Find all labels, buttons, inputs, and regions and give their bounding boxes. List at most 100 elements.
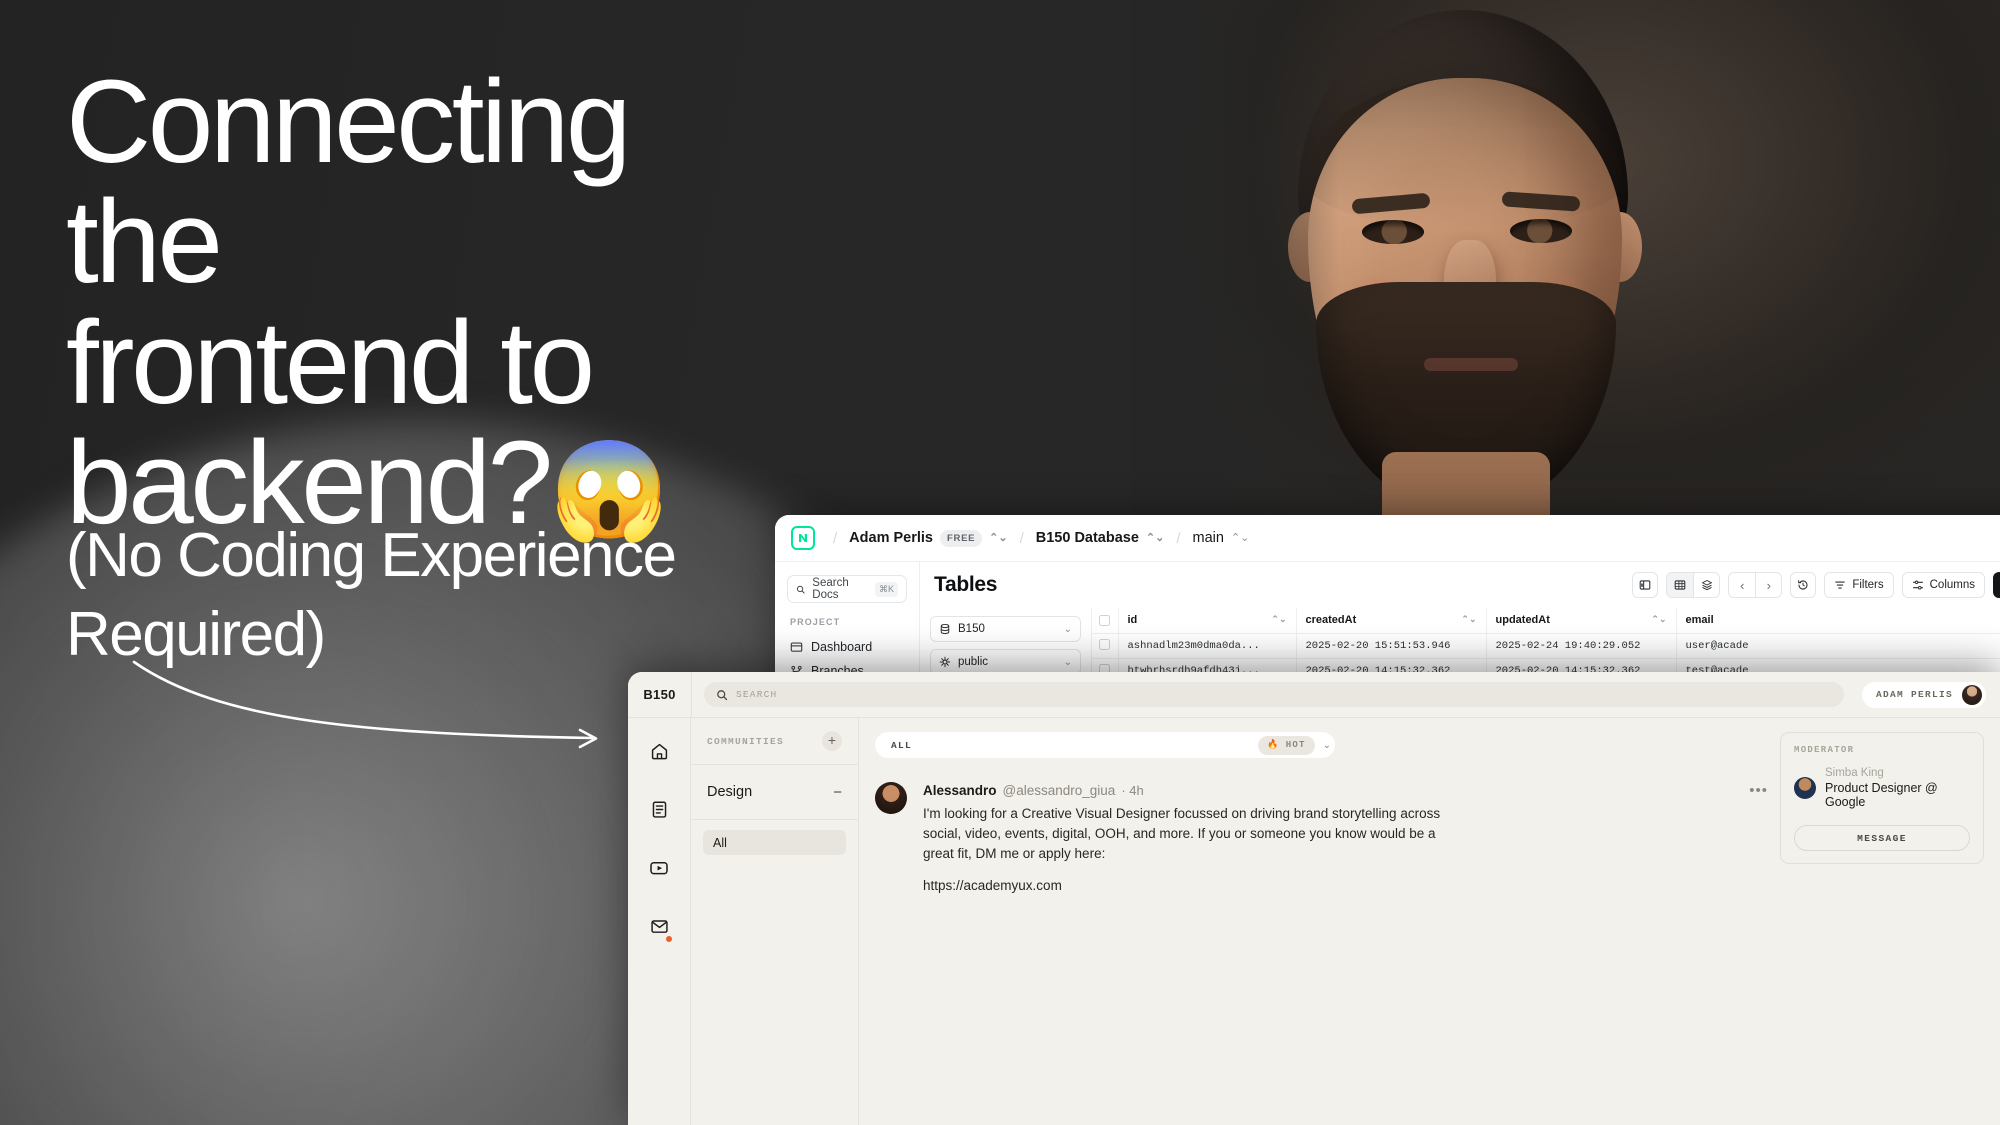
app-brand-logo[interactable]: B150 [628, 687, 691, 702]
account-name: Adam Perlis [849, 530, 933, 546]
sort-icon: ⌃⌄ [1271, 614, 1287, 625]
sidebar-section-label: PROJECT [790, 617, 841, 627]
pagination-group[interactable]: ‹ › [1728, 572, 1783, 598]
schema-select-label: public [958, 656, 989, 668]
column-header-email[interactable]: email [1676, 608, 2000, 634]
moderator-name: Simba King [1825, 767, 1884, 779]
db-toolbar: ‹ › Filters Columns [1632, 572, 2000, 598]
column-header-id[interactable]: id ⌃⌄ [1118, 608, 1297, 634]
search-shortcut-key: ⌘K [874, 581, 898, 597]
column-label: updatedAt [1495, 614, 1550, 627]
hero-text-block: Connecting the frontend to backend?😱 [66, 62, 766, 543]
chevron-down-icon[interactable]: ⌄ [1323, 740, 1331, 751]
add-record-button[interactable]: + Add record [1993, 572, 2000, 598]
breadcrumb-account[interactable]: Adam Perlis FREE ⌃⌄ [849, 529, 1008, 547]
community-app-window[interactable]: B150 SEARCH ADAM PERLIS COMMUNITIES + De… [628, 672, 2000, 1125]
plan-badge: FREE [940, 529, 983, 547]
post-link[interactable]: https://academyux.com [923, 878, 1768, 893]
notification-dot [665, 936, 672, 942]
communities-header: COMMUNITIES + [691, 718, 858, 765]
panel-toggle-button[interactable] [1632, 572, 1659, 598]
search-docs-input[interactable]: Search Docs ⌘K [787, 575, 907, 603]
grid-view-icon [1674, 580, 1686, 590]
chevron-updown-icon: ⌃⌄ [1230, 531, 1250, 544]
feed-filter-bar[interactable]: ALL 🔥 HOT ⌄ [875, 732, 1335, 758]
column-header-updatedat[interactable]: updatedAt ⌃⌄ [1486, 608, 1677, 634]
mail-icon [650, 920, 668, 933]
breadcrumb-separator-2: / [1019, 529, 1024, 547]
filters-label: Filters [1852, 579, 1884, 591]
add-community-button[interactable]: + [822, 731, 842, 751]
moderator-row[interactable]: Simba King Product Designer @ Google [1794, 767, 1970, 809]
post-main: Alessandro @alessandro_giua · 4h ••• I'm… [923, 782, 1768, 893]
fire-icon: 🔥 [1267, 740, 1280, 750]
table-header-row: id ⌃⌄ createdAt ⌃⌄ updatedAt ⌃⌄ email [1092, 608, 2000, 634]
grid-view-button[interactable] [1667, 573, 1694, 597]
cell-id: ashnadlm23m0dma0da... [1118, 633, 1297, 659]
page-title: Connecting the frontend to backend?😱 [66, 62, 766, 543]
rail-item-documents[interactable] [650, 800, 669, 824]
tables-title: Tables [934, 573, 998, 596]
breadcrumb-project[interactable]: B150 Database ⌃⌄ [1036, 530, 1165, 546]
feed-post[interactable]: Alessandro @alessandro_giua · 4h ••• I'm… [875, 782, 1780, 893]
history-button[interactable] [1790, 572, 1817, 598]
document-icon [652, 801, 666, 818]
app-body: COMMUNITIES + Design − All ALL 🔥 HOT ⌄ A… [628, 717, 2000, 1125]
message-button[interactable]: MESSAGE [1794, 825, 1970, 851]
rail-item-mail[interactable] [650, 917, 672, 942]
user-menu-chip[interactable]: ADAM PERLIS [1861, 681, 1986, 708]
moderator-avatar[interactable] [1794, 777, 1816, 799]
stack-view-button[interactable] [1693, 573, 1719, 597]
schema-icon [939, 656, 951, 668]
history-icon [1798, 580, 1808, 590]
collapse-group-icon[interactable]: − [833, 784, 842, 801]
feed-sort-label: HOT [1285, 740, 1306, 750]
app-search-input[interactable]: SEARCH [704, 682, 1844, 707]
prev-page-button[interactable]: ‹ [1729, 573, 1755, 597]
neon-logo-icon[interactable] [791, 526, 815, 550]
post-timestamp: · 4h [1121, 783, 1144, 798]
app-search-wrap: SEARCH [691, 672, 1862, 717]
communities-column: COMMUNITIES + Design − All [691, 718, 859, 1125]
curved-arrow-svg [132, 660, 598, 749]
community-item-label: All [713, 835, 727, 850]
video-icon [650, 861, 668, 875]
select-all-checkbox[interactable] [1099, 614, 1111, 626]
moderator-column: MODERATOR Simba King Product Designer @ … [1780, 718, 2000, 1125]
next-page-button[interactable]: › [1755, 573, 1781, 597]
post-author-handle[interactable]: @alessandro_giua [1003, 783, 1116, 798]
moderator-card: MODERATOR Simba King Product Designer @ … [1780, 732, 1984, 864]
headline-line-2: frontend to [66, 296, 595, 429]
columns-icon [1912, 580, 1923, 590]
table-row[interactable]: ashnadlm23m0dma0da... 2025-02-20 15:51:5… [1092, 633, 2000, 659]
breadcrumb-branch[interactable]: main ⌃⌄ [1193, 530, 1250, 546]
sidebar-item-label: Dashboard [811, 640, 873, 654]
post-author-avatar[interactable] [875, 782, 907, 814]
select-all-cell[interactable] [1092, 608, 1119, 634]
stack-view-icon [1701, 580, 1712, 591]
view-switcher-group[interactable] [1666, 572, 1721, 598]
filters-button[interactable]: Filters [1824, 572, 1894, 598]
rail-item-home[interactable] [650, 742, 669, 766]
avatar[interactable] [1962, 684, 1982, 705]
feed-filter-label: ALL [891, 739, 913, 751]
app-icon-rail [628, 718, 691, 1125]
sidebar-item-dashboard[interactable]: Dashboard [787, 635, 907, 659]
community-group-design[interactable]: Design − [691, 765, 858, 820]
column-label: createdAt [1305, 614, 1357, 627]
community-item-all[interactable]: All [703, 830, 846, 855]
post-author-name[interactable]: Alessandro [923, 783, 997, 798]
database-select[interactable]: B150 ⌄ [930, 616, 1081, 642]
chevron-updown-icon: ⌃⌄ [1145, 531, 1165, 544]
breadcrumb-separator-1: / [833, 529, 838, 547]
database-icon [940, 623, 950, 635]
column-header-createdat[interactable]: createdAt ⌃⌄ [1296, 608, 1487, 634]
feed-sort-hot-pill[interactable]: 🔥 HOT [1258, 735, 1315, 755]
row-select-cell[interactable] [1092, 633, 1119, 659]
rail-item-video[interactable] [649, 858, 669, 883]
cell-updatedat: 2025-02-24 19:40:29.052 [1486, 633, 1677, 659]
post-more-options-icon[interactable]: ••• [1749, 782, 1768, 799]
row-checkbox[interactable] [1099, 639, 1111, 651]
filter-icon [1835, 581, 1846, 589]
columns-button[interactable]: Columns [1901, 572, 1986, 598]
